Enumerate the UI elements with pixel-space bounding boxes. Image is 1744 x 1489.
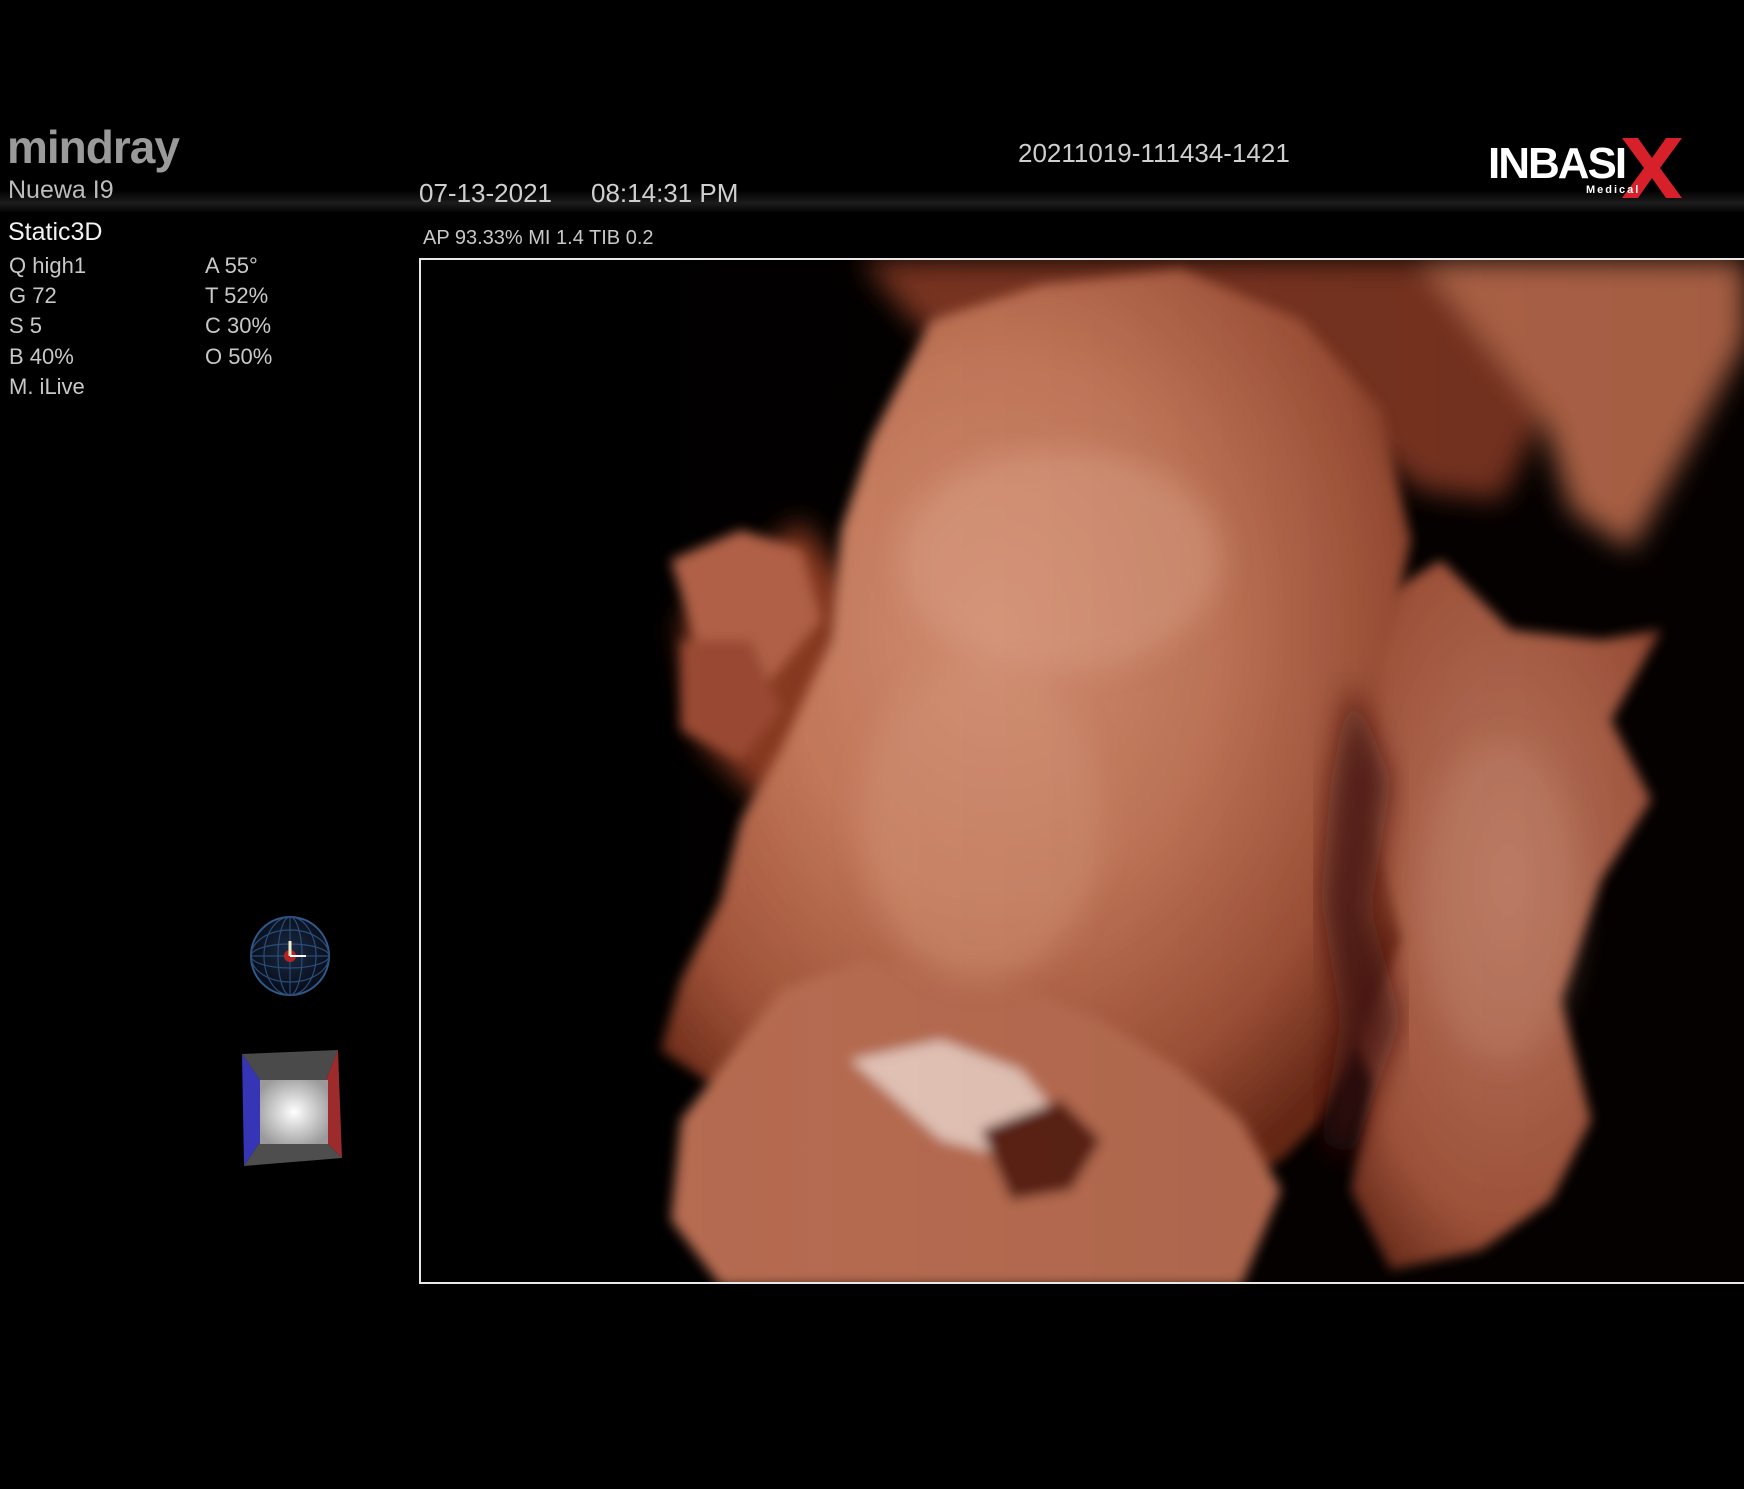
param-smooth: S 5: [9, 313, 43, 338]
orientation-sphere-icon[interactable]: [248, 914, 332, 998]
header-bar: [0, 0, 1744, 212]
mode-label: Static3D: [8, 218, 103, 246]
param-gain: G 72: [9, 283, 57, 308]
inbasix-logo: INBASI Medical: [1488, 138, 1682, 198]
param-render-mode: M. iLive: [9, 374, 85, 399]
param-opacity: O 50%: [205, 344, 273, 369]
svg-text:INBASI: INBASI: [1488, 139, 1625, 188]
param-brightness: B 40%: [9, 344, 74, 369]
exam-time: 08:14:31 PM: [591, 178, 739, 208]
image-viewport[interactable]: [419, 258, 1744, 1284]
svg-text:Medical: Medical: [1586, 184, 1640, 196]
exam-date: 07-13-2021: [419, 178, 552, 208]
param-threshold: T 52%: [205, 283, 269, 308]
study-id: 20211019-111434-1421: [1018, 138, 1290, 168]
volume-cube-icon[interactable]: [238, 1048, 344, 1170]
brand-logo: mindray: [7, 121, 180, 173]
acoustic-output: AP 93.33% MI 1.4 TIB 0.2: [423, 227, 654, 249]
param-contrast: C 30%: [205, 313, 272, 338]
model-name: Nuewa I9: [8, 176, 114, 204]
param-angle: A 55°: [205, 253, 258, 278]
fetal-3d-render: [421, 260, 1744, 1282]
param-quality: Q high1: [9, 253, 87, 278]
